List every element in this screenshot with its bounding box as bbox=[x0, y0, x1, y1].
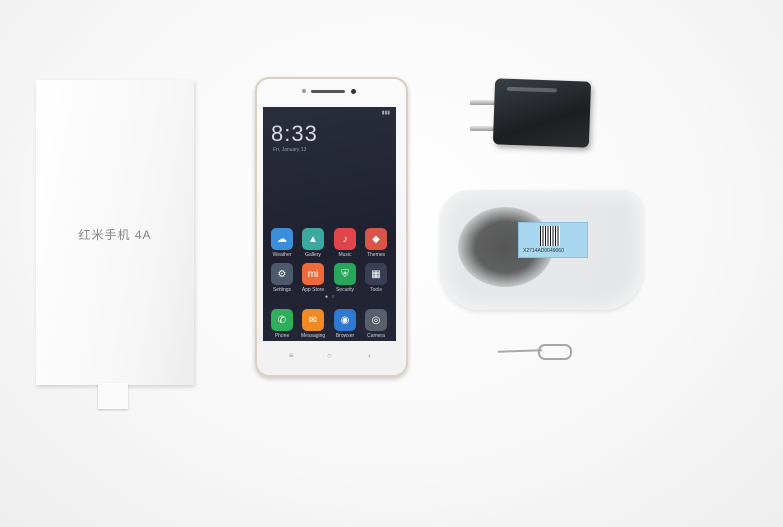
app-label: Tools bbox=[370, 287, 382, 293]
charger-highlight bbox=[506, 86, 557, 93]
app-camera[interactable]: ◎ Camera bbox=[364, 309, 388, 339]
tools-icon: ▦ bbox=[365, 263, 387, 285]
app-browser[interactable]: ◉ Browser bbox=[333, 309, 357, 339]
lockscreen-clock: 8:33 bbox=[271, 121, 318, 146]
status-icons: ▮▮▮ bbox=[381, 110, 390, 116]
gallery-icon: ▲ bbox=[302, 228, 324, 250]
sim-ejector-shaft bbox=[497, 349, 543, 353]
app-label: Security bbox=[335, 287, 355, 293]
app-label: Phone bbox=[274, 333, 290, 339]
app-label: Settings bbox=[272, 287, 292, 293]
home-icon[interactable]: ○ bbox=[327, 351, 332, 360]
phone-icon: ✆ bbox=[271, 309, 293, 331]
browser-icon: ◉ bbox=[334, 309, 356, 331]
app-store-icon: mi bbox=[302, 263, 324, 285]
app-themes[interactable]: ◆ Themes bbox=[364, 228, 388, 258]
qr-code-icon bbox=[540, 226, 560, 246]
phone-nav-bar: ≡ ○ ‹ bbox=[257, 351, 406, 361]
menu-icon[interactable]: ≡ bbox=[289, 351, 294, 360]
settings-icon: ⚙ bbox=[271, 263, 293, 285]
music-icon: ♪ bbox=[334, 228, 356, 250]
app-app-store[interactable]: mi App Store bbox=[301, 263, 325, 293]
manual-envelope: 红米手机 4A bbox=[36, 80, 194, 385]
app-phone[interactable]: ✆ Phone bbox=[270, 309, 294, 339]
earpiece bbox=[311, 90, 345, 93]
app-label: Themes bbox=[366, 252, 386, 258]
page-indicator: ● ○ bbox=[325, 294, 336, 300]
themes-icon: ◆ bbox=[365, 228, 387, 250]
app-label: App Store bbox=[301, 287, 325, 293]
app-gallery[interactable]: ▲ Gallery bbox=[301, 228, 325, 258]
smartphone: ▮▮▮ 8:33 Fri, January 13 ☁ Weather ▲ Gal… bbox=[255, 77, 408, 377]
app-label: Gallery bbox=[305, 252, 321, 258]
app-tools[interactable]: ▦ Tools bbox=[364, 263, 388, 293]
lockscreen-date: Fri, January 13 bbox=[273, 147, 307, 153]
weather-icon: ☁ bbox=[271, 228, 293, 250]
charger-prong bbox=[470, 100, 496, 105]
app-label: Camera bbox=[367, 333, 385, 339]
charger-adapter bbox=[492, 78, 592, 148]
app-weather[interactable]: ☁ Weather bbox=[270, 228, 294, 258]
manual-title: 红米手机 4A bbox=[78, 228, 152, 242]
front-camera bbox=[351, 89, 356, 94]
security-icon: ⛨ bbox=[334, 263, 356, 285]
app-label: Messaging bbox=[301, 333, 326, 339]
phone-screen: ▮▮▮ 8:33 Fri, January 13 ☁ Weather ▲ Gal… bbox=[263, 107, 396, 341]
app-security[interactable]: ⛨ Security bbox=[333, 263, 357, 293]
camera-icon: ◎ bbox=[365, 309, 387, 331]
app-messaging[interactable]: ✉ Messaging bbox=[301, 309, 325, 339]
app-label: Music bbox=[338, 252, 352, 258]
app-label: Browser bbox=[335, 333, 355, 339]
app-music[interactable]: ♪ Music bbox=[333, 228, 357, 258]
charger-prong bbox=[470, 126, 496, 131]
messaging-icon: ✉ bbox=[302, 309, 324, 331]
proximity-sensor bbox=[302, 89, 306, 93]
manual-pull-tab bbox=[98, 383, 128, 409]
sim-ejector-loop bbox=[538, 344, 572, 360]
app-settings[interactable]: ⚙ Settings bbox=[270, 263, 294, 293]
back-icon[interactable]: ‹ bbox=[368, 351, 371, 360]
label-code: X2714AD0049060 bbox=[523, 248, 564, 254]
app-label: Weather bbox=[272, 252, 292, 258]
